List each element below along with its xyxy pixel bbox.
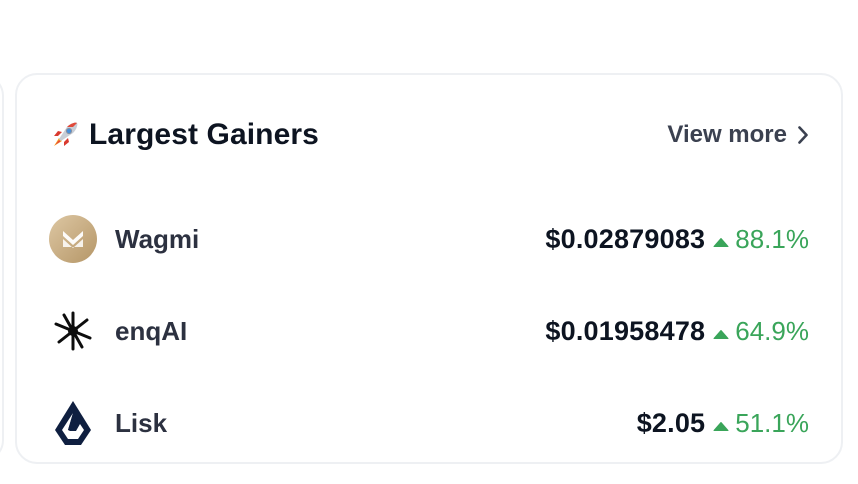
coin-info: enqAI [49, 307, 187, 355]
caret-up-icon [713, 234, 729, 247]
gainer-row-wagmi[interactable]: Wagmi $0.02879083 88.1% [49, 193, 809, 285]
adjacent-card-edge [0, 74, 4, 462]
chevron-right-icon [797, 125, 809, 145]
coin-info: Wagmi [49, 215, 199, 263]
caret-up-icon [713, 326, 729, 339]
rocket-icon [49, 119, 81, 151]
change-percent: 64.9% [735, 315, 809, 346]
largest-gainers-card: Largest Gainers View more Wagmi $0.02879… [15, 73, 843, 464]
coin-info: Lisk [49, 399, 167, 447]
coin-name: Lisk [115, 407, 168, 438]
price-change: 64.9% [713, 316, 809, 347]
enqai-logo-icon [49, 307, 97, 355]
caret-up-icon [713, 418, 729, 431]
coin-price: $0.01958478 [545, 315, 706, 346]
gainer-row-enqai[interactable]: enqAI $0.01958478 64.9% [49, 285, 809, 377]
widget-title: Largest Gainers [89, 118, 319, 151]
price-info: $0.01958478 64.9% [545, 316, 809, 347]
price-info: $0.02879083 88.1% [545, 224, 809, 255]
change-percent: 51.1% [735, 407, 809, 438]
change-percent: 88.1% [735, 223, 809, 254]
title-wrap: Largest Gainers [49, 118, 319, 152]
coin-price: $0.02879083 [545, 223, 706, 254]
lisk-logo-icon [49, 399, 97, 447]
view-more-label: View more [667, 121, 787, 148]
price-change: 88.1% [713, 224, 809, 255]
coin-price: $2.05 [636, 407, 706, 438]
wagmi-logo-icon [49, 215, 97, 263]
price-info: $2.05 51.1% [637, 408, 809, 439]
gainers-list: Wagmi $0.02879083 88.1% enqAI $0.0195847… [49, 193, 809, 469]
price-change: 51.1% [713, 408, 809, 439]
view-more-link[interactable]: View more [667, 121, 809, 149]
gainer-row-lisk[interactable]: Lisk $2.05 51.1% [49, 377, 809, 469]
coin-name: Wagmi [115, 223, 200, 254]
coin-name: enqAI [115, 315, 188, 346]
card-header: Largest Gainers View more [49, 113, 809, 157]
